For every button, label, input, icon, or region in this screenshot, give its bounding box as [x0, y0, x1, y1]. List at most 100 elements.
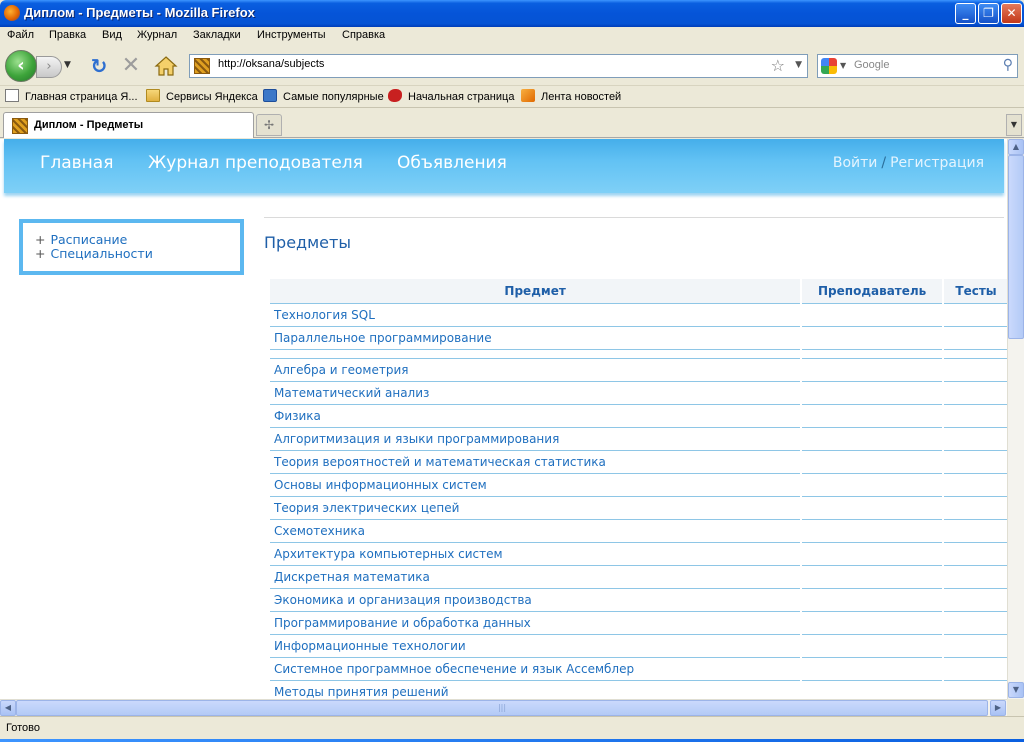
teacher-cell: [800, 496, 944, 520]
bookmark-news-feed[interactable]: Лента новостей: [521, 89, 621, 105]
page-viewport: Главная Журнал преподователя Объявления …: [0, 139, 1007, 699]
maximize-button[interactable]: ❐: [978, 3, 999, 24]
vertical-scrollbar[interactable]: ▲ ▼: [1007, 139, 1024, 699]
tests-cell: [942, 358, 1007, 382]
bookmark-most-popular[interactable]: Самые популярные: [263, 89, 384, 105]
teacher-cell: [800, 680, 944, 699]
subject-link[interactable]: Физика: [270, 404, 802, 428]
subject-link[interactable]: Алгоритмизация и языки программирования: [270, 427, 802, 451]
url-dropdown-icon[interactable]: ▼: [795, 60, 802, 70]
teacher-cell: [800, 565, 944, 589]
url-text[interactable]: http://oksana/subjects: [218, 58, 324, 70]
expand-icon[interactable]: +: [35, 246, 45, 261]
menu-help[interactable]: Справка: [342, 29, 385, 41]
tests-cell: [942, 496, 1007, 520]
menu-edit[interactable]: Правка: [49, 29, 86, 41]
subject-link[interactable]: Экономика и организация производства: [270, 588, 802, 612]
table-row: Алгебра и геометрия: [270, 358, 1007, 382]
expand-icon[interactable]: +: [35, 232, 45, 247]
subject-link[interactable]: Дискретная математика: [270, 565, 802, 589]
subject-link[interactable]: Теория электрических цепей: [270, 496, 802, 520]
teacher-cell: [800, 473, 944, 497]
sidebar-item-schedule[interactable]: + Расписание: [35, 233, 228, 247]
table-row: Основы информационных систем: [270, 473, 1007, 497]
new-tab-button[interactable]: ✢: [256, 114, 282, 136]
table-row: Схемотехника: [270, 519, 1007, 543]
home-icon[interactable]: [154, 55, 178, 77]
horizontal-scrollbar[interactable]: ◀ ||| ▶: [0, 699, 1007, 716]
bookmark-star-icon[interactable]: ☆: [771, 56, 785, 75]
page-title: Предметы: [264, 233, 351, 252]
stop-icon[interactable]: ✕: [120, 55, 142, 77]
search-input[interactable]: Google: [854, 59, 889, 71]
menu-file[interactable]: Файл: [7, 29, 34, 41]
bookmark-yandex-home[interactable]: Главная страница Я...: [5, 89, 138, 105]
nav-announcements-link[interactable]: Объявления: [397, 153, 507, 173]
engine-dropdown-icon[interactable]: ▼: [840, 61, 846, 70]
tests-cell: [942, 303, 1007, 327]
table-row: Дискретная математика: [270, 565, 1007, 589]
bookmark-label: Начальная страница: [408, 91, 515, 103]
sidebar-item-label[interactable]: Расписание: [50, 232, 127, 247]
menu-bookmarks[interactable]: Закладки: [193, 29, 241, 41]
subject-link[interactable]: Параллельное программирование: [270, 326, 802, 350]
site-favicon-icon: [194, 58, 210, 74]
table-row: Математический анализ: [270, 381, 1007, 405]
tests-cell: [942, 381, 1007, 405]
tab-subjects[interactable]: Диплом - Предметы: [3, 112, 254, 138]
bookmark-label: Сервисы Яндекса: [166, 91, 258, 103]
firefox-icon: [4, 5, 20, 21]
sidebar-item-specialties[interactable]: + Специальности: [35, 247, 228, 261]
subject-link[interactable]: Технология SQL: [270, 303, 802, 327]
bookmark-yandex-services[interactable]: Сервисы Яндекса: [146, 89, 258, 105]
subject-link[interactable]: Архитектура компьютерных систем: [270, 542, 802, 566]
subject-link[interactable]: Схемотехника: [270, 519, 802, 543]
rss-icon: [521, 89, 535, 102]
address-bar[interactable]: http://oksana/subjects ☆ ▼: [189, 54, 808, 78]
subject-link[interactable]: Алгебра и геометрия: [270, 358, 802, 382]
teacher-cell: [800, 404, 944, 428]
scroll-up-icon[interactable]: ▲: [1008, 139, 1024, 155]
menu-view[interactable]: Вид: [102, 29, 122, 41]
bookmarks-toolbar: Главная страница Я... Сервисы Яндекса Са…: [0, 86, 1024, 108]
scroll-left-icon[interactable]: ◀: [0, 700, 16, 716]
scroll-down-icon[interactable]: ▼: [1008, 682, 1024, 698]
minimize-button[interactable]: _: [955, 3, 976, 24]
status-text: Готово: [6, 722, 40, 734]
tests-cell: [942, 542, 1007, 566]
tests-cell: [942, 404, 1007, 428]
teacher-cell: [800, 358, 944, 382]
nav-teacher-journal-link[interactable]: Журнал преподователя: [148, 153, 363, 173]
browser-window: Диплом - Предметы - Mozilla Firefox _ ❐ …: [0, 0, 1024, 742]
horizontal-scroll-thumb[interactable]: |||: [16, 700, 988, 716]
subject-link[interactable]: Основы информационных систем: [270, 473, 802, 497]
teacher-cell: [800, 519, 944, 543]
google-icon[interactable]: [821, 58, 837, 74]
list-all-tabs-button[interactable]: ▼: [1006, 114, 1022, 136]
subject-link[interactable]: Информационные технологии: [270, 634, 802, 658]
content-divider: [264, 217, 1004, 218]
nav-home-link[interactable]: Главная: [40, 153, 113, 173]
history-dropdown-icon[interactable]: ▼: [64, 60, 71, 70]
back-button[interactable]: ‹: [5, 50, 37, 82]
vertical-scroll-thumb[interactable]: [1008, 155, 1024, 339]
subject-link[interactable]: Системное программное обеспечение и язык…: [270, 657, 802, 681]
subject-link[interactable]: Теория вероятностей и математическая ста…: [270, 450, 802, 474]
subject-link[interactable]: Математический анализ: [270, 381, 802, 405]
login-link[interactable]: Войти: [833, 155, 878, 171]
subject-link[interactable]: Программирование и обработка данных: [270, 611, 802, 635]
teacher-cell: [800, 303, 944, 327]
search-icon[interactable]: ⚲: [1003, 57, 1013, 73]
register-link[interactable]: Регистрация: [890, 155, 984, 171]
subject-link[interactable]: Методы принятия решений: [270, 680, 802, 699]
scroll-right-icon[interactable]: ▶: [990, 700, 1006, 716]
reload-icon[interactable]: ↻: [88, 55, 110, 77]
search-bar[interactable]: ▼ Google ⚲: [817, 54, 1018, 78]
tests-cell: [942, 450, 1007, 474]
close-button[interactable]: ✕: [1001, 3, 1022, 24]
sidebar-item-label[interactable]: Специальности: [50, 246, 152, 261]
forward-button[interactable]: ›: [36, 56, 62, 78]
menu-history[interactable]: Журнал: [137, 29, 177, 41]
bookmark-start-page[interactable]: Начальная страница: [388, 89, 514, 105]
menu-tools[interactable]: Инструменты: [257, 29, 326, 41]
